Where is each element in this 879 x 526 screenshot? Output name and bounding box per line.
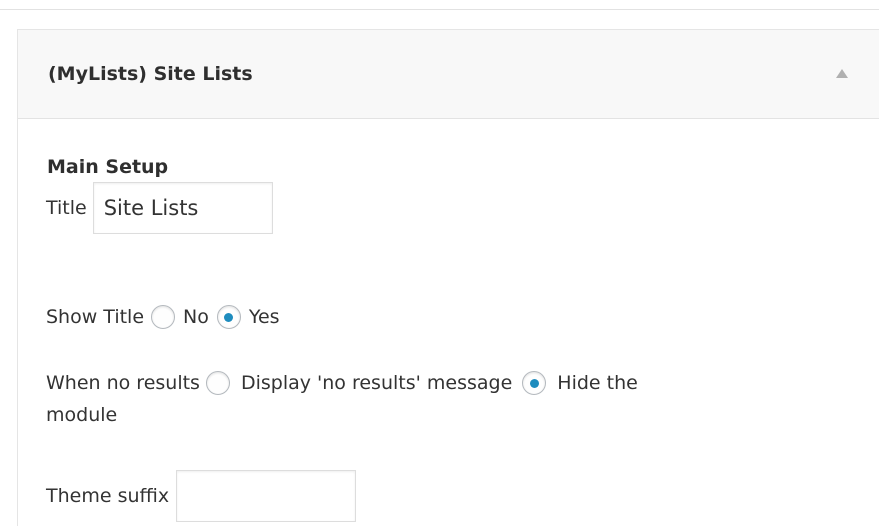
collapse-toggle-icon[interactable] <box>836 69 848 78</box>
panel-title: (MyLists) Site Lists <box>48 63 253 85</box>
panel-header[interactable]: (MyLists) Site Lists <box>18 30 879 119</box>
widget-panel: (MyLists) Site Lists Main Setup <box>17 29 879 526</box>
show-title-yes-radio[interactable] <box>216 305 241 329</box>
no-results-message-label[interactable]: Display 'no results' message <box>241 370 512 396</box>
show-title-label: Show Title <box>46 306 145 328</box>
hide-module-radio[interactable] <box>522 371 547 395</box>
widget-page: (MyLists) Site Lists Main Setup Title Sh… <box>0 0 879 526</box>
title-label: Title <box>46 197 87 219</box>
hide-module-label[interactable]: Hide the <box>557 370 638 396</box>
theme-suffix-label: Theme suffix <box>46 485 170 507</box>
no-results-label: When no results <box>46 372 200 394</box>
no-results-message-radio[interactable] <box>205 371 230 395</box>
theme-suffix-input[interactable] <box>176 470 357 522</box>
show-title-no-radio[interactable] <box>151 305 176 329</box>
no-results-line: When no results Display 'no results' mes… <box>46 363 836 403</box>
show-title-yes-label[interactable]: Yes <box>249 304 280 330</box>
show-title-row: Show Title No Yes <box>46 304 289 330</box>
top-divider <box>0 9 879 10</box>
no-results-row: When no results Display 'no results' mes… <box>46 363 836 428</box>
section-heading-main-setup: Main Setup <box>47 156 169 178</box>
theme-suffix-row: Theme suffix <box>46 470 357 522</box>
title-field-row: Title <box>46 182 273 234</box>
show-title-no-label[interactable]: No <box>183 304 209 330</box>
hide-module-label-continuation[interactable]: module <box>46 402 836 428</box>
title-input[interactable] <box>92 182 273 234</box>
